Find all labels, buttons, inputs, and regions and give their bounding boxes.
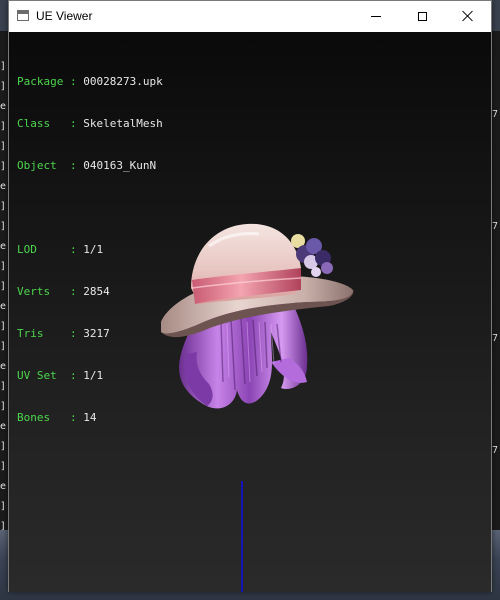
background-text-mark: ]: [0, 81, 7, 92]
minimize-button[interactable]: [353, 1, 399, 31]
maximize-icon: [417, 11, 427, 21]
background-text-mark: e: [0, 361, 7, 372]
background-text-mark: 7: [492, 109, 499, 120]
background-text-mark: ]: [0, 501, 7, 512]
app-window-icon[interactable]: [17, 10, 29, 21]
close-button[interactable]: [445, 1, 491, 31]
mesh-preview[interactable]: [9, 32, 491, 592]
axis-z-line: [241, 481, 243, 592]
background-text-mark: e: [0, 481, 7, 492]
background-text-mark: 7: [492, 333, 499, 344]
ue-viewer-window[interactable]: UE Viewer Package : 00028273.upk Class :…: [8, 0, 492, 592]
title-bar[interactable]: UE Viewer: [9, 1, 491, 32]
background-text-mark: 7: [492, 445, 499, 456]
background-text-mark: ]: [0, 121, 7, 132]
3d-viewport[interactable]: Package : 00028273.upk Class : SkeletalM…: [9, 32, 491, 592]
background-window-right: 77777: [492, 31, 500, 600]
background-text-mark: ]: [0, 441, 7, 452]
background-text-mark: ]: [0, 261, 7, 272]
background-text-mark: e: [0, 421, 7, 432]
background-text-mark: ]: [0, 141, 7, 152]
background-text-mark: e: [0, 301, 7, 312]
minimize-icon: [371, 15, 381, 17]
background-text-mark: ]: [0, 381, 7, 392]
background-text-mark: ]: [0, 281, 7, 292]
background-text-mark: ]: [0, 461, 7, 472]
background-text-mark: ]: [0, 201, 7, 212]
close-icon: [462, 10, 474, 22]
background-text-mark: e: [0, 241, 7, 252]
background-text-mark: ]: [0, 221, 7, 232]
window-title: UE Viewer: [36, 9, 93, 23]
background-text-mark: ]: [0, 341, 7, 352]
background-text-mark: ]: [0, 61, 7, 72]
background-text-mark: ]: [0, 401, 7, 412]
background-text-mark: e: [0, 181, 7, 192]
background-text-mark: ]: [0, 321, 7, 332]
background-text-mark: 7: [492, 221, 499, 232]
background-text-mark: e: [0, 101, 7, 112]
background-text-mark: ]: [0, 161, 7, 172]
maximize-button[interactable]: [399, 1, 445, 31]
